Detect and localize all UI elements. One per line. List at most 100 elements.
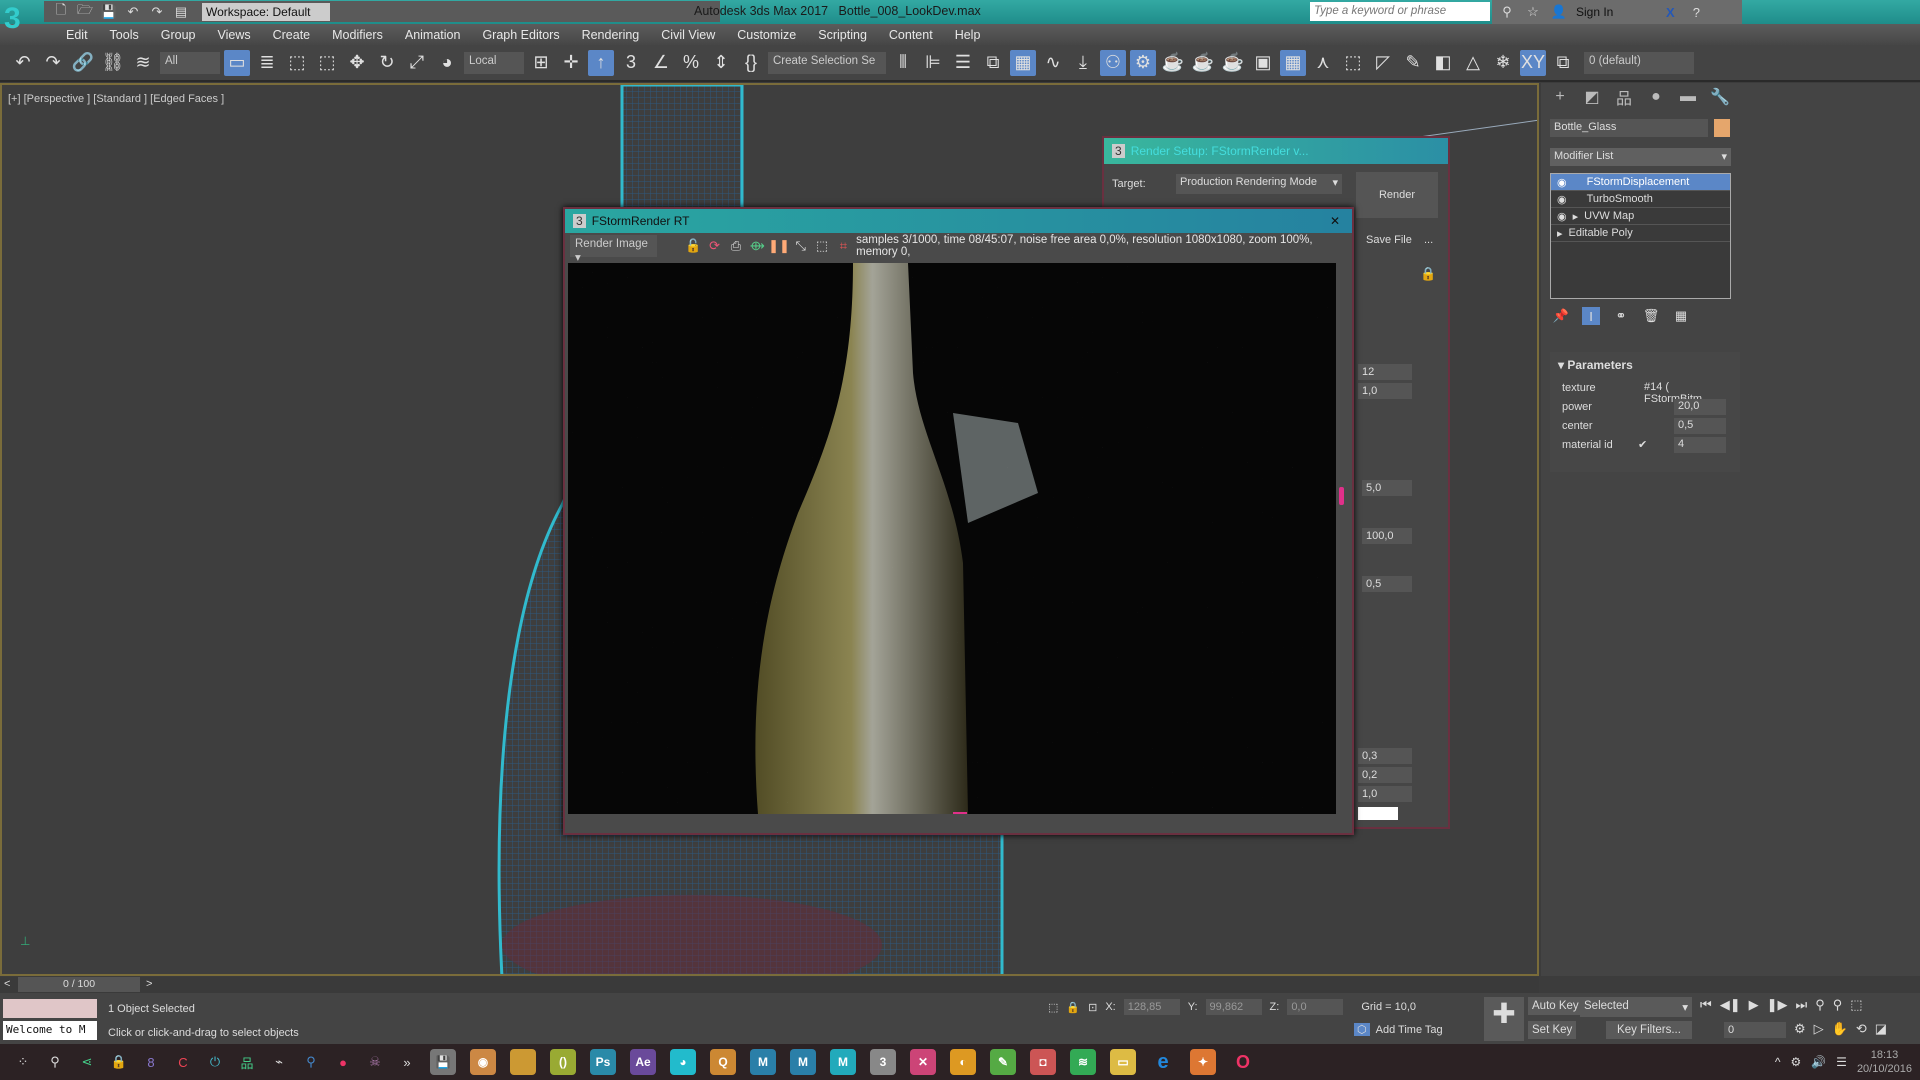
window-crossing-icon[interactable]: ⬚	[314, 50, 340, 76]
render-frame-icon[interactable]: ☕	[1190, 50, 1216, 76]
make-unique-icon[interactable]: ⚭	[1612, 307, 1630, 325]
menu-content[interactable]: Content	[878, 28, 944, 42]
save-icon[interactable]: 💾	[100, 3, 118, 21]
menu-group[interactable]: Group	[150, 28, 207, 42]
select-by-name-icon[interactable]: ≣	[254, 50, 280, 76]
notification-icon[interactable]: ☰	[1836, 1055, 1847, 1069]
zoom-extents-icon[interactable]: ⬚	[1850, 997, 1862, 1013]
center-spinner[interactable]: 0,5	[1674, 417, 1726, 434]
undo-icon[interactable]: ↶	[10, 50, 36, 76]
named-selection-icon[interactable]: {}	[738, 50, 764, 76]
taskbar-chrome[interactable]: ◉	[470, 1049, 496, 1075]
current-frame-field[interactable]: 0	[1724, 1022, 1786, 1038]
exchange-icon[interactable]: X	[1661, 3, 1679, 21]
lock-icon[interactable]: 🔒	[1420, 266, 1436, 282]
auto-key-button[interactable]: Auto Key	[1528, 997, 1583, 1015]
prev-key-icon[interactable]: ◀❚	[1720, 997, 1741, 1013]
spinner-field[interactable]: 0,2	[1358, 767, 1412, 783]
time-slider-thumb[interactable]: 0 / 100	[18, 977, 140, 992]
maxscript-input[interactable]: Welcome to M	[3, 1021, 97, 1040]
search-icon[interactable]: ⚲	[46, 1053, 64, 1071]
layer-dropdown[interactable]: 0 (default)	[1584, 51, 1694, 74]
render-setup-icon[interactable]: ☕	[1160, 50, 1186, 76]
tray-app-icon[interactable]: C	[174, 1053, 192, 1071]
stack-item-turbosmooth[interactable]: ◉ TurboSmooth	[1551, 191, 1730, 208]
render-icon[interactable]: ☕	[1220, 50, 1246, 76]
render-setup-titlebar[interactable]: 3 Render Setup: FStormRender v...	[1104, 138, 1448, 164]
pen-icon[interactable]: ✎	[1400, 50, 1426, 76]
spinner-field[interactable]: 0,3	[1358, 748, 1412, 764]
ribbon-icon[interactable]: ▦	[1010, 49, 1036, 76]
taskbar-cinema[interactable]: ◕	[670, 1049, 696, 1075]
opera-icon[interactable]: ●	[334, 1053, 352, 1071]
download-icon[interactable]: ⏻	[206, 1053, 224, 1071]
taskbar-app3[interactable]: ✕	[910, 1049, 936, 1075]
utilities-tab-icon[interactable]: 🔧	[1708, 86, 1732, 108]
zoom-icon[interactable]: ⚲	[1815, 997, 1825, 1013]
key-mode-dropdown[interactable]: Selected ▾	[1580, 997, 1692, 1017]
taskbar-save-app[interactable]: 💾	[430, 1049, 456, 1075]
close-icon[interactable]: ✕	[1330, 214, 1340, 228]
render-image[interactable]	[568, 263, 1336, 814]
menu-customize[interactable]: Customize	[726, 28, 807, 42]
time-slider[interactable]: < 0 / 100 >	[0, 977, 1539, 993]
play-icon[interactable]: ▶	[1749, 997, 1759, 1013]
share-icon[interactable]: ⋖	[78, 1053, 96, 1071]
volume-icon[interactable]: 🔊	[1811, 1055, 1826, 1069]
taskbar-explorer[interactable]: ▭	[1110, 1049, 1136, 1075]
taskbar-app[interactable]: ()	[550, 1049, 576, 1075]
link-icon[interactable]: 🔗	[70, 50, 96, 76]
menu-create[interactable]: Create	[262, 28, 322, 42]
snap-3d-icon[interactable]: 3	[618, 50, 644, 76]
chevron-up-icon[interactable]: ^	[1775, 1055, 1781, 1069]
power-spinner[interactable]: 20,0	[1674, 398, 1726, 415]
spinner-field[interactable]: 0,5	[1362, 576, 1412, 592]
new-file-icon[interactable]: 🗋	[52, 2, 70, 21]
material-id-spinner[interactable]: 4	[1674, 436, 1726, 453]
zoom-all-icon[interactable]: ⚲	[1833, 997, 1843, 1013]
modifier-list-dropdown[interactable]: Modifier List ▾	[1550, 148, 1731, 166]
pivot-icon[interactable]: ⊞	[528, 50, 554, 76]
time-config-icon[interactable]: ⚙	[1794, 1021, 1806, 1037]
z-field[interactable]: 0,0	[1287, 999, 1344, 1015]
stack-item-editable-poly[interactable]: ▸ Editable Poly	[1551, 225, 1730, 242]
absolute-mode-icon[interactable]: ⊡	[1088, 1001, 1097, 1014]
network-icon[interactable]: ⚙	[1790, 1055, 1801, 1069]
binoculars-icon[interactable]: ⚲	[1498, 3, 1516, 21]
joint-icon[interactable]: ⋏	[1310, 50, 1336, 76]
resume-icon[interactable]: ⟴	[749, 237, 766, 255]
set-key-button[interactable]: Set Key	[1528, 1021, 1577, 1039]
pan-icon[interactable]: ✋	[1832, 1021, 1848, 1037]
expand-arrow-icon[interactable]: ▸	[1573, 210, 1579, 223]
material-editor-icon[interactable]: ⚙	[1130, 49, 1156, 76]
browse-button[interactable]: ...	[1424, 234, 1433, 246]
reference-coord-dropdown[interactable]: Local	[464, 51, 524, 74]
layers-icon[interactable]: ⧉	[1550, 50, 1576, 76]
more-icon[interactable]: »	[398, 1053, 416, 1071]
x-field[interactable]: 128,85	[1123, 999, 1180, 1015]
channel-dropdown[interactable]: Render Image ▾	[570, 235, 658, 264]
clock[interactable]: 18:13 20/10/2016	[1857, 1048, 1912, 1076]
modify-tab-icon[interactable]: ◩	[1580, 86, 1604, 108]
keyboard-shortcut-icon[interactable]: ↑	[588, 49, 614, 76]
snowflake-icon[interactable]: ❄	[1490, 50, 1516, 76]
pin-stack-icon[interactable]: 📌	[1552, 307, 1570, 325]
next-frame-button[interactable]: >	[146, 978, 152, 990]
stack-item-fstormdisplacement[interactable]: ◉ FStormDisplacement	[1551, 174, 1730, 191]
taskbar-maya-3[interactable]: M	[830, 1049, 856, 1075]
taskbar-maya-1[interactable]: M	[750, 1049, 776, 1075]
tray-app-icon[interactable]: 8	[142, 1053, 160, 1071]
named-selection-dropdown[interactable]: Create Selection Se	[768, 51, 886, 74]
stack-item-uvw-map[interactable]: ◉ ▸ UVW Map	[1551, 208, 1730, 225]
rotate-icon[interactable]: ↻	[374, 50, 400, 76]
menu-rendering[interactable]: Rendering	[571, 28, 651, 42]
object-color-swatch[interactable]	[1714, 119, 1730, 137]
edit-icon[interactable]: ◸	[1370, 50, 1396, 76]
region-icon[interactable]: ⬚	[813, 237, 830, 255]
menu-help[interactable]: Help	[944, 28, 992, 42]
bind-space-warp-icon[interactable]: ≋	[130, 50, 156, 76]
next-key-icon[interactable]: ❚▶	[1767, 997, 1788, 1013]
eye-icon[interactable]: ◉	[1557, 176, 1567, 189]
start-icon[interactable]: ⁘	[14, 1053, 32, 1071]
scene-explorer-icon[interactable]: ☰	[950, 50, 976, 76]
